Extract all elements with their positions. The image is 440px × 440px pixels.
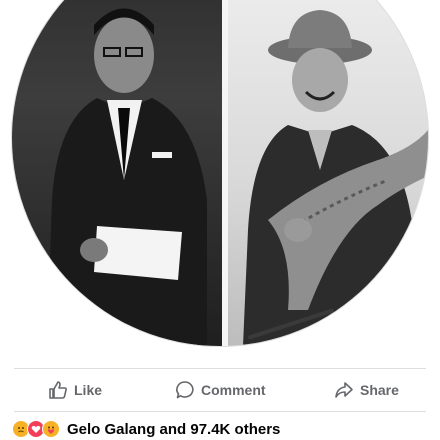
share-arrow-icon bbox=[334, 380, 354, 400]
man-in-suit-figure bbox=[47, 8, 207, 346]
divider-top bbox=[14, 368, 426, 369]
reaction-summary-text: Gelo Galang and 97.4K others bbox=[67, 420, 281, 438]
like-label: Like bbox=[74, 382, 103, 398]
profile-photo-frame bbox=[12, 0, 428, 346]
reaction-icons bbox=[12, 420, 60, 438]
comment-button[interactable]: Comment bbox=[175, 378, 266, 402]
post-action-bar: Like Comment Share bbox=[0, 370, 440, 410]
reaction-summary[interactable]: Gelo Galang and 97.4K others bbox=[12, 418, 280, 440]
like-button[interactable]: Like bbox=[48, 378, 102, 402]
thumbs-up-icon bbox=[48, 380, 68, 400]
speech-bubble-icon bbox=[175, 380, 195, 400]
man-with-crocodile-figure bbox=[243, 10, 428, 346]
photo-panel-left bbox=[12, 0, 222, 346]
care-reaction-icon bbox=[42, 420, 60, 438]
photo-panel-right bbox=[228, 0, 428, 346]
divider-bottom bbox=[14, 411, 426, 412]
share-button[interactable]: Share bbox=[334, 378, 399, 402]
share-label: Share bbox=[360, 382, 399, 398]
post-photo[interactable] bbox=[0, 0, 440, 362]
comment-label: Comment bbox=[201, 382, 266, 398]
